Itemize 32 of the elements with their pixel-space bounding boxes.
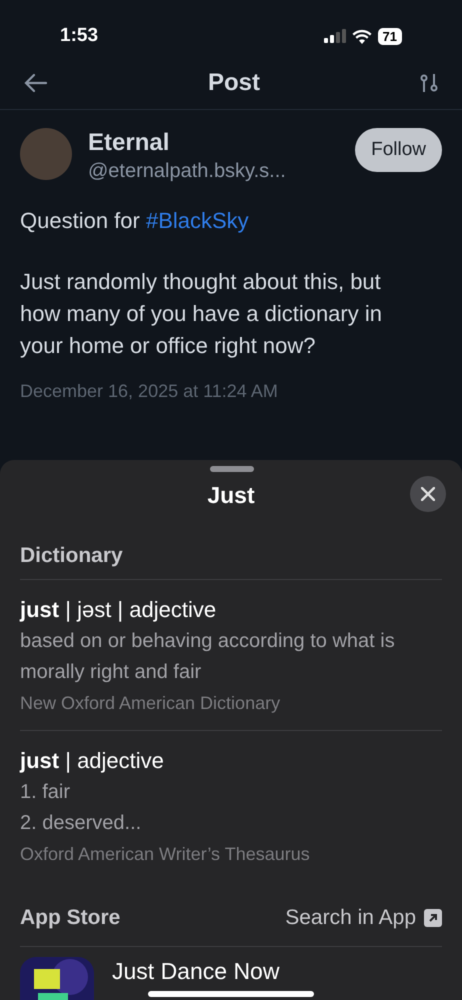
post-timestamp: December 16, 2025 at 11:24 AM: [20, 380, 279, 403]
wifi-icon: [352, 28, 372, 44]
follow-button[interactable]: Follow: [355, 128, 442, 172]
entry-source: Oxford American Writer’s Thesaurus: [20, 843, 311, 866]
entry-definition: based on or behaving according to what is morally right and fair: [20, 629, 396, 685]
author-name[interactable]: Eternal: [88, 128, 356, 158]
entry-source: New Oxford American Dictionary: [20, 692, 282, 715]
external-link-icon: [424, 908, 442, 926]
status-time: 1:53: [60, 24, 98, 48]
entry-definition: 2. deserved...: [20, 811, 142, 836]
post-intro: Question for #BlackSky: [20, 207, 250, 235]
close-icon: [421, 487, 435, 501]
sheet-title: Just: [207, 480, 255, 510]
back-arrow-icon[interactable]: [24, 72, 48, 92]
hashtag-link[interactable]: #BlackSky: [146, 208, 249, 233]
post-body: Just randomly thought about this, but how many of you have a dictionary in your home or office right now?: [20, 268, 383, 360]
entry-headline: just | adjective: [20, 747, 165, 775]
author-handle: @eternalpath.bsky.s...: [88, 159, 287, 184]
app-name[interactable]: Just Dance Now: [112, 957, 280, 985]
dictionary-entry[interactable]: just | jəst | adjective based on or behaving according to what is morally right and fair New Oxford American Dictionary: [20, 580, 442, 731]
grabber-handle[interactable]: [210, 466, 254, 472]
entry-definition: 1. fair: [20, 780, 72, 805]
section-heading: App Store: [20, 904, 120, 931]
sliders-icon[interactable]: [420, 72, 438, 92]
close-button[interactable]: [410, 476, 446, 512]
battery-indicator: 71: [378, 28, 402, 44]
page-title: Post: [208, 68, 260, 98]
dictionary-entry[interactable]: just | adjective 1. fair 2. deserved... Oxford American Writer’s Thesaurus: [20, 731, 442, 881]
search-in-app-link[interactable]: Search in App: [285, 902, 442, 934]
signal-icon: [324, 29, 346, 43]
entry-headline: just | jəst | adjective: [20, 596, 218, 624]
section-heading: Dictionary: [20, 542, 123, 569]
